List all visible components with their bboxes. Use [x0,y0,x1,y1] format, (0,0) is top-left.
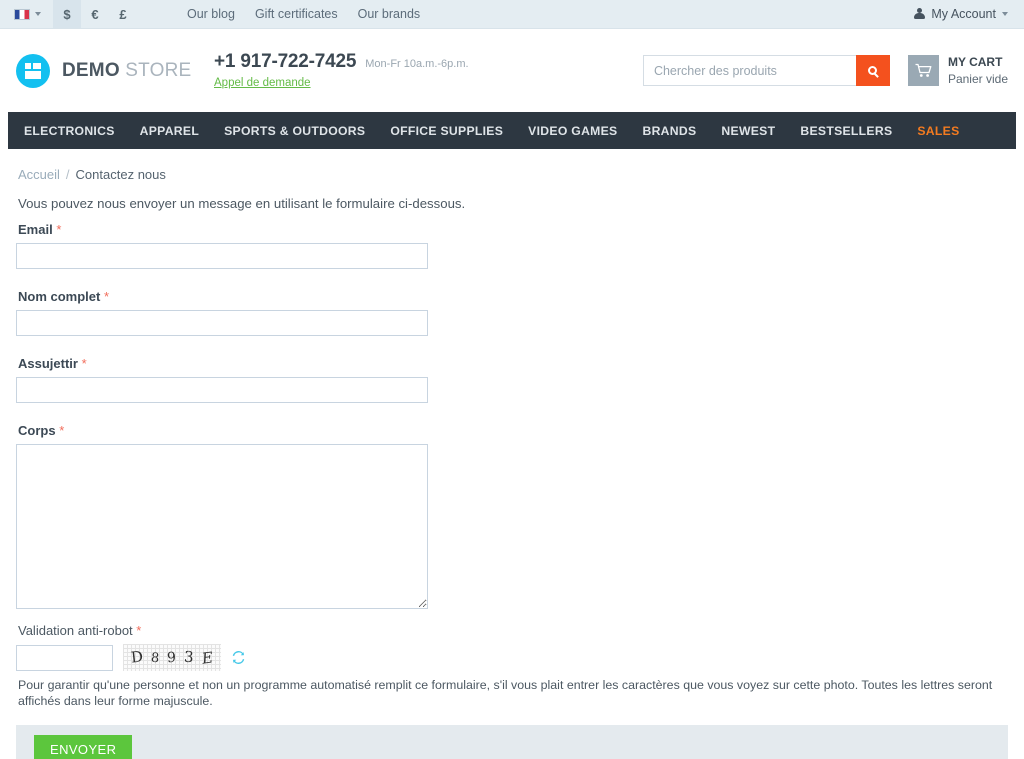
breadcrumb: Accueil / Contactez nous [16,149,1008,196]
cart-button[interactable] [907,55,939,86]
currency-usd-button[interactable]: $ [53,0,81,28]
submit-panel: ENVOYER [16,724,1008,759]
site-header: DEMO STORE +1 917-722-7425 Mon-Fr 10a.m.… [0,29,1024,112]
flag-fr-icon [14,8,30,20]
required-asterisk: * [81,356,87,371]
required-asterisk: * [136,623,142,638]
nav-item-electronics[interactable]: ELECTRONICS [24,124,115,138]
currency-eur-button[interactable]: € [81,0,109,28]
label-full-name-text: Nom complet [18,289,101,304]
captcha-row: D 8 9 3 E [16,644,1008,671]
label-email: Email * [18,222,1008,237]
nav-item-apparel[interactable]: APPAREL [140,124,199,138]
business-hours: Mon-Fr 10a.m.-6p.m. [365,57,469,70]
nav-item-brands[interactable]: BRANDS [642,124,696,138]
cart-status: Panier vide [947,72,1008,86]
refresh-icon[interactable] [231,650,246,665]
phone-number: +1 917-722-7425 [214,50,357,72]
cart-icon [915,63,932,77]
cart-title: MY CART [947,55,1003,69]
nav-item-office-supplies[interactable]: OFFICE SUPPLIES [390,124,503,138]
email-field[interactable] [16,243,428,269]
top-link-our-blog[interactable]: Our blog [187,7,235,21]
main-content: Accueil / Contactez nous Vous pouvez nou… [0,149,1024,710]
cart-text: MY CART Panier vide [948,55,1008,86]
logo-text-light: STORE [125,59,192,81]
captcha-image: D 8 9 3 E [123,644,221,671]
captcha-help-text: Pour garantir qu'une personne et non un … [18,678,993,708]
captcha-char: 9 [166,649,177,666]
submit-button[interactable]: ENVOYER [34,734,133,759]
my-account-menu[interactable]: My Account [914,0,1024,28]
breadcrumb-current: Contactez nous [75,167,166,182]
call-request-link[interactable]: Appel de demande [214,77,311,89]
search-and-cart: MY CART Panier vide [642,55,1008,86]
search-button[interactable] [855,55,890,86]
top-link-gift-certificates[interactable]: Gift certificates [255,7,338,21]
chevron-down-icon [1002,12,1008,16]
page-root: $ € £ Our blog Gift certificates Our bra… [0,0,1024,759]
captcha-char: E [200,647,215,668]
label-full-name: Nom complet * [18,289,1008,304]
label-body-text: Corps [18,423,56,438]
nav-item-bestsellers[interactable]: BESTSELLERS [800,124,892,138]
search-icon [868,66,878,75]
label-email-text: Email [18,222,53,237]
label-captcha-text: Validation anti-robot [18,623,133,638]
label-captcha: Validation anti-robot * [18,623,1008,638]
nav-item-sales[interactable]: SALES [917,124,959,138]
captcha-char: 3 [183,647,195,666]
required-asterisk: * [103,289,110,304]
contact-block: +1 917-722-7425 Mon-Fr 10a.m.-6p.m. Appe… [214,51,514,91]
currency-gbp-button[interactable]: £ [109,0,137,28]
chevron-down-icon [35,12,41,16]
body-textarea[interactable] [16,444,428,609]
search-input[interactable] [642,55,856,86]
search-box [642,55,890,86]
label-body: Corps * [18,423,1008,438]
cart-block[interactable]: MY CART Panier vide [907,55,1008,86]
nav-item-newest[interactable]: NEWEST [721,124,775,138]
logo[interactable]: DEMO STORE [16,53,202,88]
breadcrumb-separator: / [65,167,70,182]
top-utility-bar: $ € £ Our blog Gift certificates Our bra… [0,0,1024,29]
nav-item-video-games[interactable]: VIDEO GAMES [528,124,617,138]
full-name-field[interactable] [16,310,428,336]
top-link-our-brands[interactable]: Our brands [358,7,421,21]
captcha-input[interactable] [16,644,113,671]
my-account-label: My Account [931,7,996,21]
required-asterisk: * [59,423,65,438]
main-navigation: ELECTRONICS APPAREL SPORTS & OUTDOORS OF… [8,112,1016,149]
form-intro-text: Vous pouvez nous envoyer un message en u… [18,196,466,211]
captcha-char: 8 [150,650,160,667]
language-selector[interactable] [0,0,53,28]
captcha-char: D [130,646,144,667]
label-subject-text: Assujettir [18,356,78,371]
top-links: Our blog Gift certificates Our brands [187,0,420,28]
logo-text: DEMO STORE [62,60,191,82]
breadcrumb-home-link[interactable]: Accueil [18,167,60,182]
label-subject: Assujettir * [18,356,1008,371]
subject-field[interactable] [16,377,428,403]
required-asterisk: * [56,222,62,237]
logo-text-bold: DEMO [62,59,120,81]
nav-item-sports-outdoors[interactable]: SPORTS & OUTDOORS [224,124,365,138]
store-grid-logo-icon [16,53,50,88]
person-icon [914,8,926,20]
